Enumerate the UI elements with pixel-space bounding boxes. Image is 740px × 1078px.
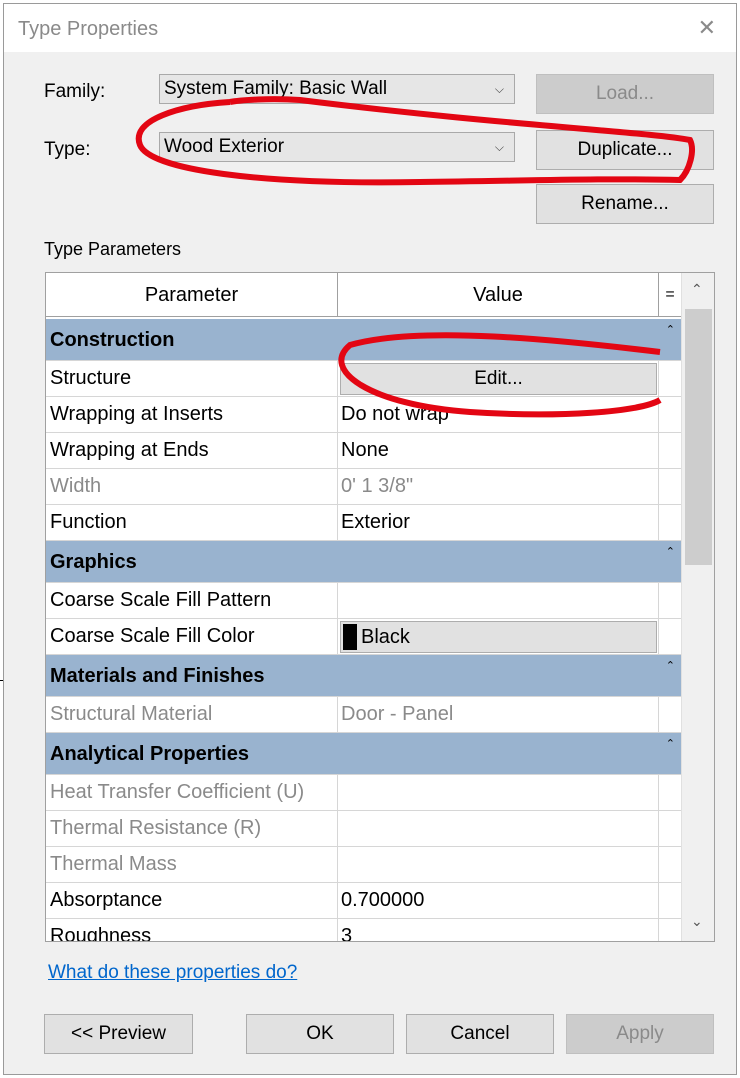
- group-construction[interactable]: Construction ⌃: [46, 319, 681, 361]
- scrollbar-thumb[interactable]: [685, 309, 712, 565]
- column-header-equals[interactable]: =: [659, 273, 681, 317]
- param-name: Structure: [50, 367, 132, 389]
- group-label: Analytical Properties: [50, 743, 249, 765]
- group-graphics[interactable]: Graphics ⌃: [46, 541, 681, 583]
- param-name: Roughness: [50, 925, 152, 942]
- table-row-thermal-resistance: Thermal Resistance (R): [46, 811, 681, 847]
- table-row-roughness[interactable]: Roughness 3: [46, 919, 681, 942]
- group-label: Construction: [50, 329, 175, 351]
- table-row-wrapping-inserts[interactable]: Wrapping at Inserts Do not wrap: [46, 397, 681, 433]
- param-value[interactable]: Do not wrap: [341, 397, 449, 432]
- group-label: Materials and Finishes: [50, 665, 265, 687]
- title-bar: Type Properties ✕: [4, 4, 736, 52]
- scroll-up-icon[interactable]: ⌃: [691, 281, 703, 298]
- table-row-fill-color[interactable]: Coarse Scale Fill Color Black: [46, 619, 681, 655]
- param-value[interactable]: 3: [341, 919, 352, 941]
- chevron-down-icon: ⌵: [494, 140, 504, 154]
- table-row-function[interactable]: Function Exterior: [46, 505, 681, 541]
- type-properties-dialog: Type Properties ✕ Family: System Family:…: [3, 3, 737, 1075]
- family-label: Family:: [44, 81, 106, 102]
- help-link[interactable]: What do these properties do?: [48, 962, 297, 984]
- param-name: Coarse Scale Fill Color: [50, 625, 255, 647]
- collapse-icon[interactable]: ⌃: [666, 737, 675, 750]
- param-value: 0' 1 3/8": [341, 475, 414, 497]
- background-line: [0, 680, 3, 705]
- table-row-structure: Structure Edit...: [46, 361, 681, 397]
- column-header-value[interactable]: Value: [338, 273, 659, 317]
- param-name: Structural Material: [50, 703, 213, 725]
- load-button[interactable]: Load...: [536, 74, 714, 114]
- param-value: Door - Panel: [341, 703, 454, 725]
- scroll-down-icon[interactable]: ⌄: [691, 913, 703, 930]
- table-row-absorptance[interactable]: Absorptance 0.700000: [46, 883, 681, 919]
- param-name: Wrapping at Ends: [50, 439, 209, 461]
- column-header-parameter[interactable]: Parameter: [46, 273, 338, 317]
- family-value: System Family: Basic Wall: [164, 78, 388, 99]
- chevron-down-icon: ⌵: [494, 82, 504, 96]
- edit-structure-button[interactable]: Edit...: [340, 363, 657, 395]
- duplicate-button[interactable]: Duplicate...: [536, 130, 714, 170]
- type-parameters-label: Type Parameters: [44, 239, 182, 259]
- color-swatch: [343, 624, 357, 650]
- fill-color-button[interactable]: Black: [340, 621, 657, 653]
- collapse-icon[interactable]: ⌃: [666, 323, 675, 336]
- param-name: Heat Transfer Coefficient (U): [50, 781, 305, 803]
- vertical-scrollbar[interactable]: ⌃ ⌄: [681, 273, 714, 941]
- table-row-width: Width 0' 1 3/8": [46, 469, 681, 505]
- apply-button[interactable]: Apply: [566, 1014, 714, 1054]
- param-value[interactable]: None: [341, 433, 389, 468]
- param-value[interactable]: Exterior: [341, 505, 410, 540]
- table-row-fill-pattern[interactable]: Coarse Scale Fill Pattern: [46, 583, 681, 619]
- type-label: Type:: [44, 139, 91, 160]
- table-row-wrapping-ends[interactable]: Wrapping at Ends None: [46, 433, 681, 469]
- param-name: Width: [50, 475, 102, 497]
- table-row-thermal-mass: Thermal Mass: [46, 847, 681, 883]
- close-icon[interactable]: ✕: [698, 16, 716, 40]
- table-row-structural-material: Structural Material Door - Panel: [46, 697, 681, 733]
- parameters-grid: Parameter Value = Construction ⌃ Structu…: [45, 272, 715, 942]
- param-name: Wrapping at Inserts: [50, 403, 224, 425]
- param-name: Coarse Scale Fill Pattern: [50, 589, 272, 611]
- param-name: Thermal Mass: [50, 853, 177, 875]
- window-title: Type Properties: [18, 18, 159, 40]
- group-label: Graphics: [50, 551, 137, 573]
- preview-button[interactable]: << Preview: [44, 1014, 193, 1054]
- family-dropdown[interactable]: System Family: Basic Wall ⌵: [159, 74, 515, 104]
- collapse-icon[interactable]: ⌃: [666, 545, 675, 558]
- group-analytical[interactable]: Analytical Properties ⌃: [46, 733, 681, 775]
- param-name: Absorptance: [50, 889, 163, 911]
- type-value: Wood Exterior: [164, 136, 285, 157]
- param-name: Thermal Resistance (R): [50, 817, 262, 839]
- color-name: Black: [361, 626, 410, 648]
- table-row-heat-transfer: Heat Transfer Coefficient (U): [46, 775, 681, 811]
- param-value[interactable]: 0.700000: [341, 883, 424, 918]
- group-materials[interactable]: Materials and Finishes ⌃: [46, 655, 681, 697]
- type-dropdown[interactable]: Wood Exterior ⌵: [159, 132, 515, 162]
- cancel-button[interactable]: Cancel: [406, 1014, 554, 1054]
- collapse-icon[interactable]: ⌃: [666, 659, 675, 672]
- param-name: Function: [50, 511, 127, 533]
- rename-button[interactable]: Rename...: [536, 184, 714, 224]
- ok-button[interactable]: OK: [246, 1014, 394, 1054]
